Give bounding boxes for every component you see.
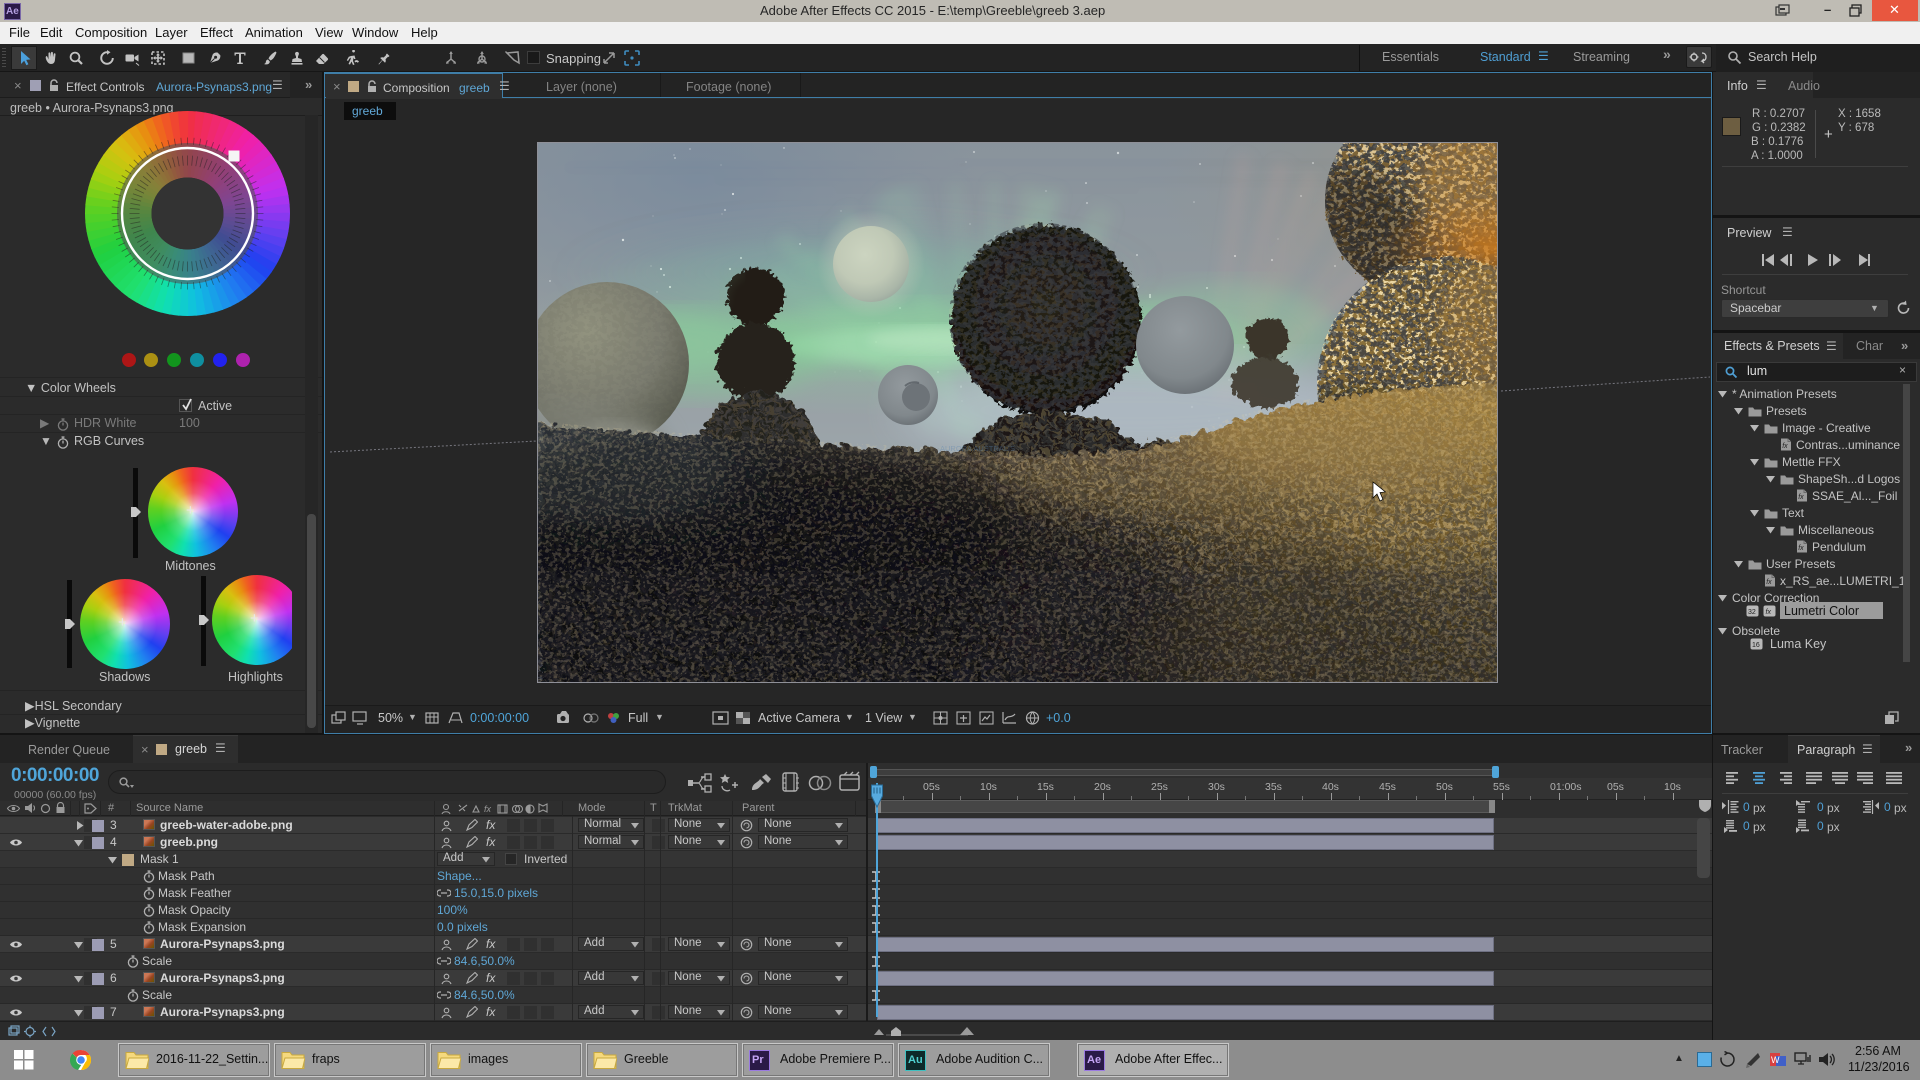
svg-text:AURORA AUSTRALIS: AURORA AUSTRALIS xyxy=(940,444,1015,453)
svg-text:fx: fx xyxy=(484,804,492,814)
svg-text:fx: fx xyxy=(1798,545,1804,552)
svg-text:32: 32 xyxy=(1748,609,1756,616)
svg-text:16: 16 xyxy=(1752,642,1760,649)
svg-text:fx: fx xyxy=(1798,494,1804,501)
svg-text:fx: fx xyxy=(1766,579,1772,586)
svg-text:fx: fx xyxy=(1766,609,1772,616)
svg-text:W: W xyxy=(1771,1055,1780,1065)
svg-text:fx: fx xyxy=(1782,443,1788,450)
